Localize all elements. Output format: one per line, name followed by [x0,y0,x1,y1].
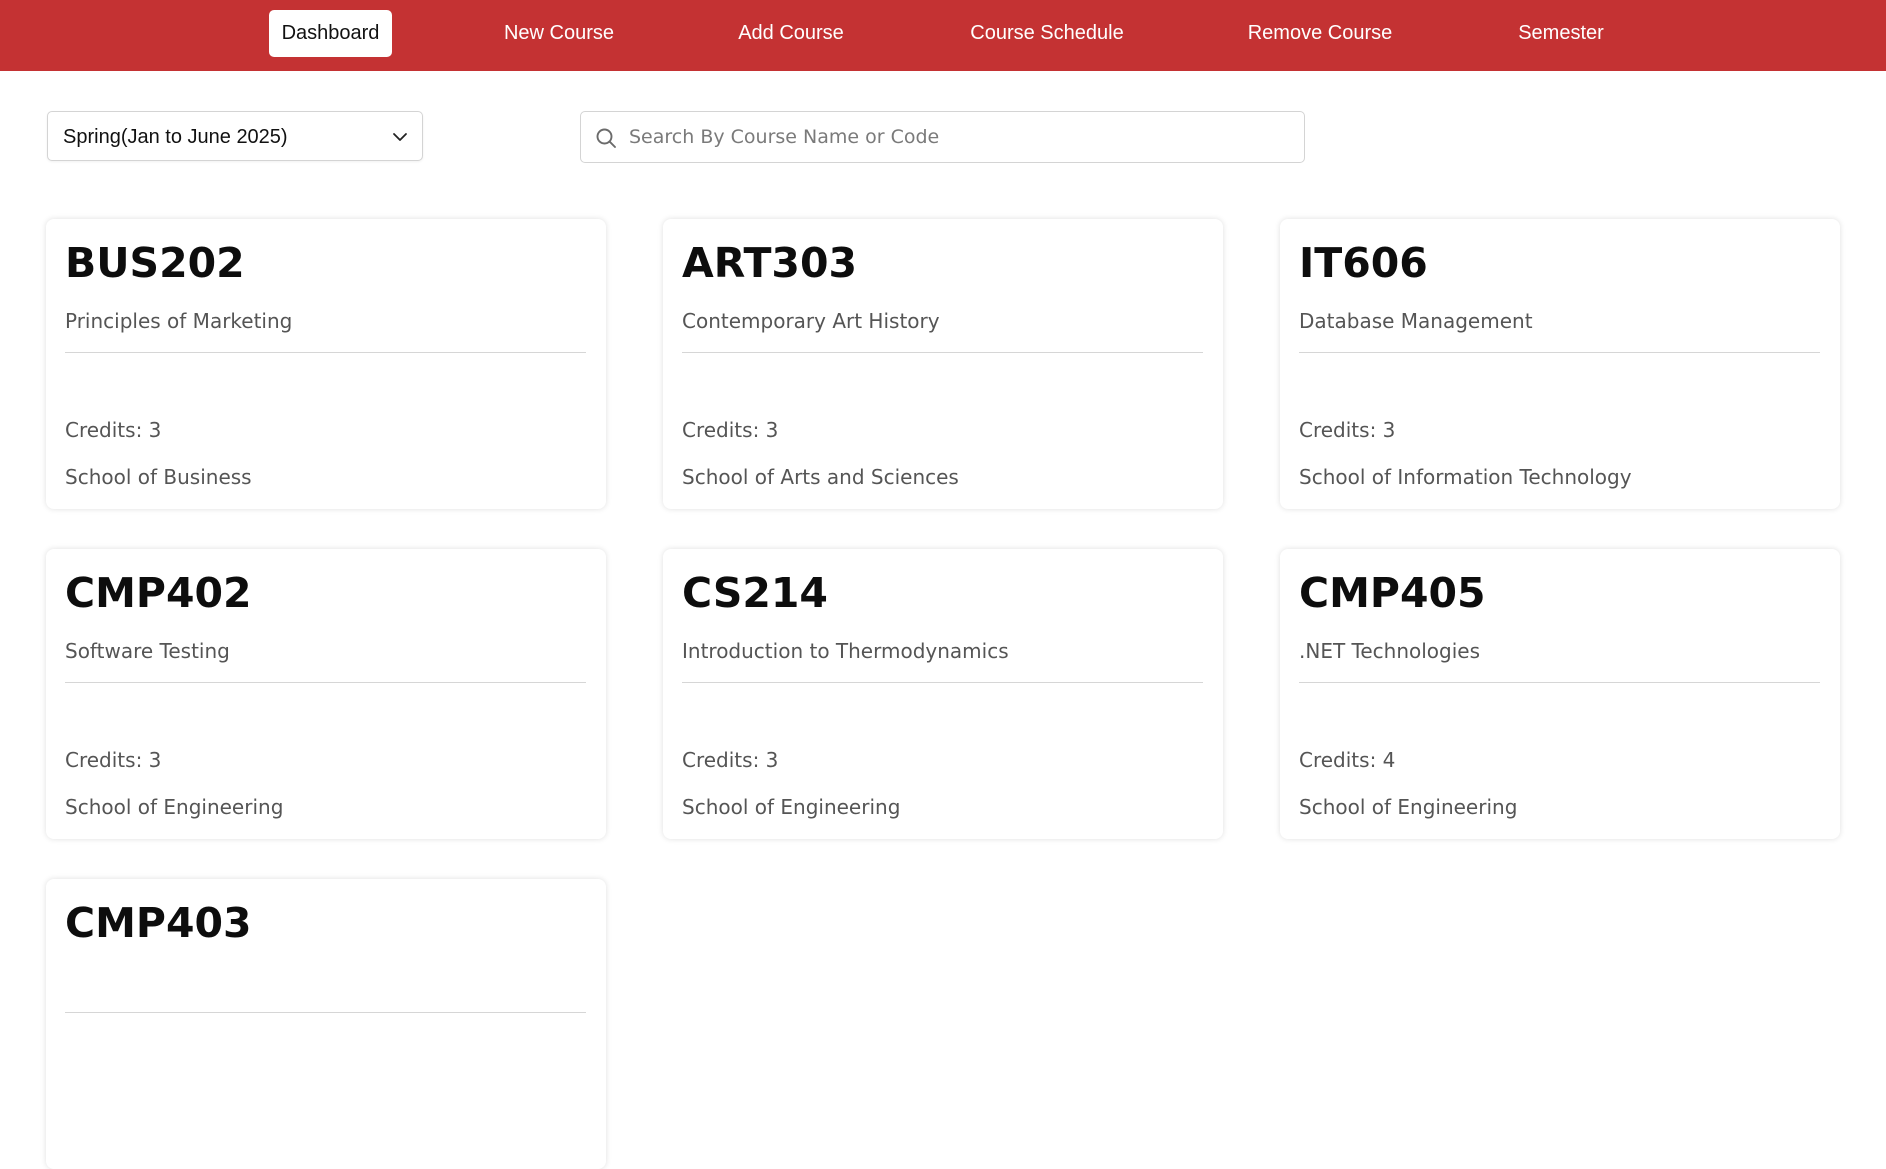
course-school: School of Business [65,465,252,489]
course-school: School of Engineering [65,795,284,819]
course-name: Database Management [1299,309,1533,333]
course-code: CMP405 [1299,569,1486,617]
course-school: School of Engineering [682,795,901,819]
course-school: School of Engineering [1299,795,1518,819]
semester-select[interactable]: Spring(Jan to June 2025) [47,111,423,161]
nav-item-remove-course[interactable]: Remove Course [1238,10,1402,57]
course-name: .NET Technologies [1299,639,1481,663]
course-card[interactable]: CMP402 Software Testing Credits: 3 Schoo… [46,549,606,839]
course-code: CMP402 [65,569,252,617]
course-credits: Credits: 3 [65,418,162,442]
course-code: IT606 [1299,239,1428,287]
nav-item-new-course[interactable]: New Course [491,10,627,57]
chevron-down-icon [393,133,407,141]
card-divider [682,682,1203,683]
course-credits: Credits: 3 [65,748,162,772]
search-icon [596,128,616,148]
course-card[interactable]: ART303 Contemporary Art History Credits:… [663,219,1223,509]
semester-selected-value: Spring(Jan to June 2025) [63,126,288,148]
course-name: Contemporary Art History [682,309,940,333]
course-school: School of Arts and Sciences [682,465,959,489]
course-credits: Credits: 3 [682,418,779,442]
course-credits: Credits: 3 [1299,418,1396,442]
nav-item-semester[interactable]: Semester [1508,10,1614,57]
top-navbar: Dashboard New Course Add Course Course S… [0,0,1886,71]
nav-item-dashboard[interactable]: Dashboard [269,10,392,57]
course-card[interactable]: CMP405 .NET Technologies Credits: 4 Scho… [1280,549,1840,839]
course-credits: Credits: 4 [1299,748,1396,772]
course-card[interactable]: CMP403 [46,879,606,1169]
course-school: School of Information Technology [1299,465,1632,489]
nav-item-course-schedule[interactable]: Course Schedule [956,10,1138,57]
course-name: Principles of Marketing [65,309,293,333]
course-name: Introduction to Thermodynamics [682,639,1009,663]
course-code: BUS202 [65,239,245,287]
nav-item-add-course[interactable]: Add Course [728,10,854,57]
card-divider [65,1012,586,1013]
course-credits: Credits: 3 [682,748,779,772]
card-divider [682,352,1203,353]
course-card[interactable]: BUS202 Principles of Marketing Credits: … [46,219,606,509]
course-code: CMP403 [65,899,252,947]
card-divider [1299,352,1820,353]
course-card[interactable]: IT606 Database Management Credits: 3 Sch… [1280,219,1840,509]
card-divider [1299,682,1820,683]
card-divider [65,352,586,353]
course-code: ART303 [682,239,858,287]
course-code: CS214 [682,569,828,617]
search-box [580,111,1305,163]
card-divider [65,682,586,683]
course-card[interactable]: CS214 Introduction to Thermodynamics Cre… [663,549,1223,839]
search-input[interactable] [629,112,1289,162]
course-name: Software Testing [65,639,230,663]
